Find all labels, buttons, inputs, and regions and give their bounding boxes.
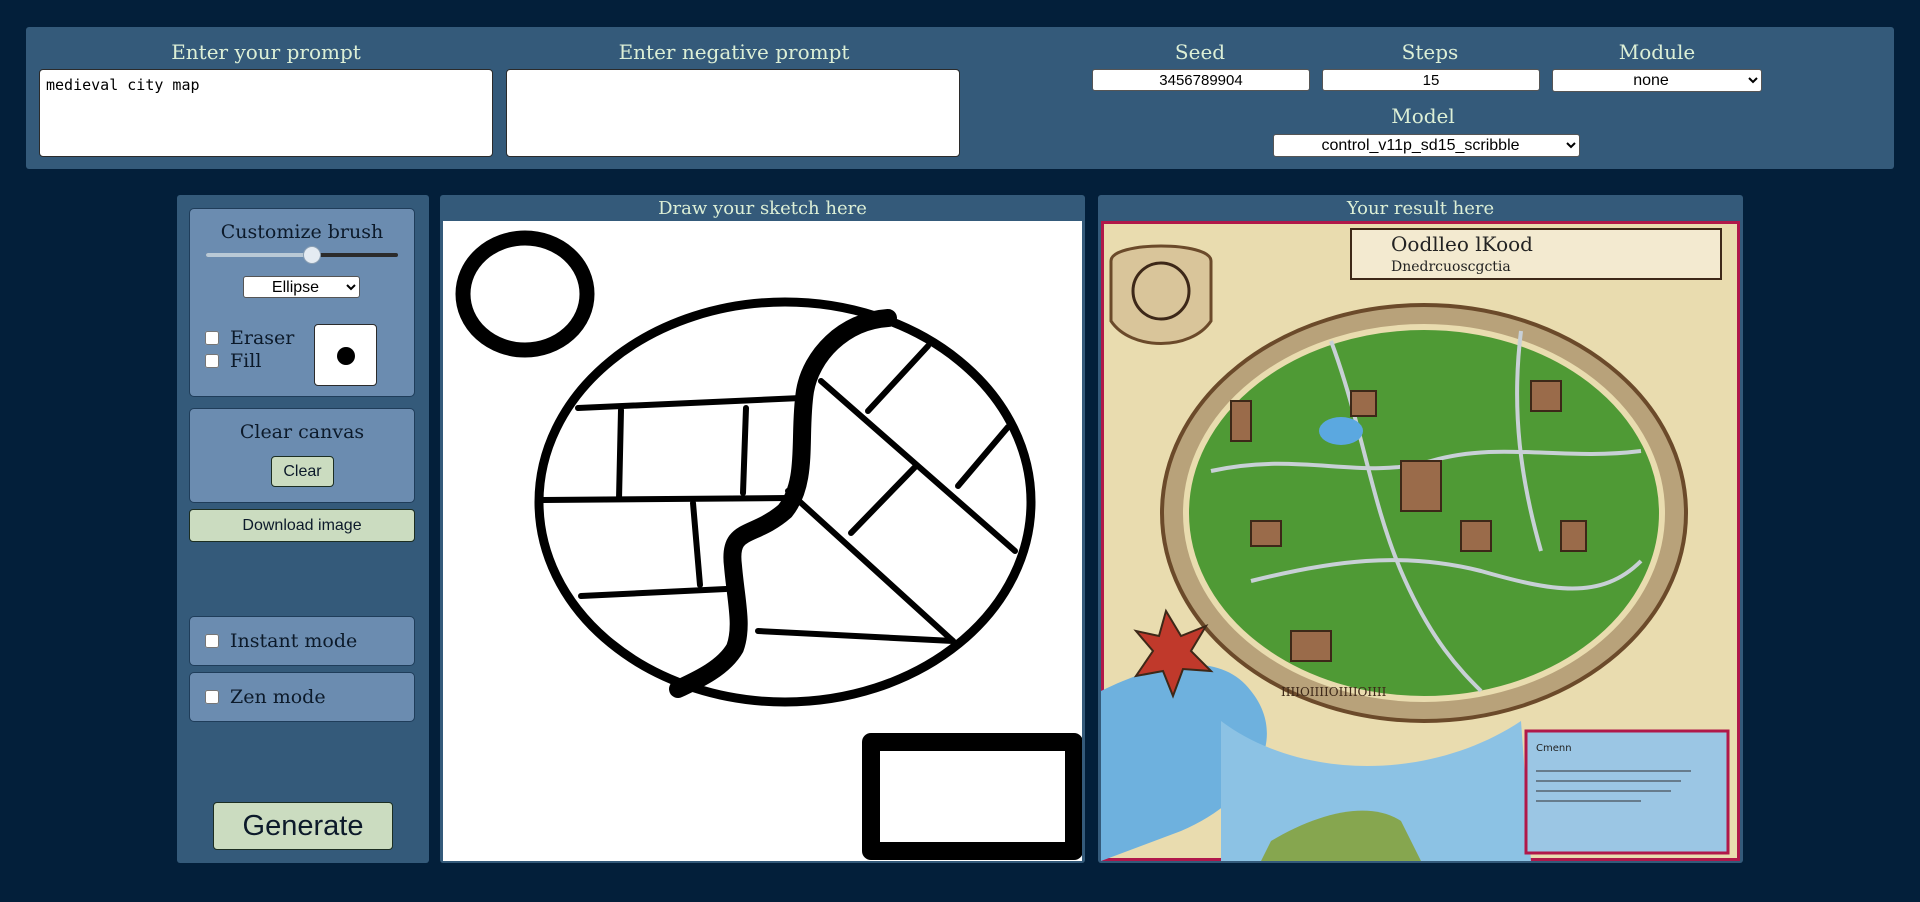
eraser-label: Eraser xyxy=(230,327,295,349)
seed-input[interactable] xyxy=(1092,69,1310,91)
model-select[interactable]: control_v11p_sd15_scribble xyxy=(1273,134,1580,157)
prompt-input[interactable]: medieval city map xyxy=(39,69,493,157)
clear-canvas-label: Clear canvas xyxy=(239,421,365,443)
tools-panel: Customize brush Ellipse Eraser Fill Clea… xyxy=(177,195,429,863)
instant-mode-checkbox[interactable] xyxy=(205,634,219,648)
result-image: Oodlleo lKood Dnedrcuoscgctia IIIIOIIIIO… xyxy=(1101,221,1740,861)
map-legend-text: Cmenn xyxy=(1536,743,1572,754)
steps-label: Steps xyxy=(1401,40,1459,64)
negative-prompt-input[interactable] xyxy=(506,69,960,157)
download-image-button[interactable]: Download image xyxy=(189,509,415,542)
seed-label: Seed xyxy=(1174,40,1226,64)
negative-prompt-label: Enter negative prompt xyxy=(618,40,850,64)
instant-mode-label: Instant mode xyxy=(230,630,358,652)
brush-preview xyxy=(314,324,377,386)
zen-mode-checkbox[interactable] xyxy=(205,690,219,704)
instant-mode-box: Instant mode xyxy=(189,616,415,666)
map-border-text: IIIIOIIIIOIIIIOIIII xyxy=(1281,685,1387,699)
map-pond xyxy=(1319,417,1363,445)
clear-button[interactable]: Clear xyxy=(271,456,334,487)
map-compass-shield-icon xyxy=(1109,244,1213,345)
settings-panel: Enter your prompt medieval city map Ente… xyxy=(26,27,1894,169)
fill-label: Fill xyxy=(230,350,262,372)
zen-mode-box: Zen mode xyxy=(189,672,415,722)
result-label: Your result here xyxy=(1346,198,1495,219)
map-city-green xyxy=(1183,324,1665,702)
sketch-label: Draw your sketch here xyxy=(658,198,867,219)
map-title-text: Oodlleo lKood xyxy=(1391,232,1533,256)
result-pane: Your result here Oodlleo lKood Dnedrcuos… xyxy=(1098,195,1743,863)
fill-checkbox[interactable] xyxy=(205,354,219,368)
generate-button[interactable]: Generate xyxy=(213,802,393,850)
clear-canvas-box: Clear canvas Clear xyxy=(189,408,415,503)
prompt-label: Enter your prompt xyxy=(171,40,361,64)
brush-box: Customize brush Ellipse Eraser Fill xyxy=(189,208,415,397)
brush-size-slider[interactable] xyxy=(206,246,398,264)
slider-fill xyxy=(206,253,312,257)
map-subtitle-text: Dnedrcuoscgctia xyxy=(1391,259,1511,275)
slider-handle[interactable] xyxy=(303,246,321,264)
zen-mode-label: Zen mode xyxy=(230,686,326,708)
module-select[interactable]: none xyxy=(1552,69,1762,92)
steps-input[interactable] xyxy=(1322,69,1540,91)
eraser-checkbox[interactable] xyxy=(205,331,219,345)
brush-shape-select[interactable]: Ellipse xyxy=(243,276,360,298)
sketch-canvas[interactable] xyxy=(443,221,1082,861)
brush-dot-icon xyxy=(337,347,355,365)
brush-label: Customize brush xyxy=(220,221,384,243)
module-label: Module xyxy=(1618,40,1696,64)
sketch-pane: Draw your sketch here xyxy=(440,195,1085,863)
canvas-background xyxy=(443,221,1082,861)
model-label: Model xyxy=(1391,104,1455,128)
